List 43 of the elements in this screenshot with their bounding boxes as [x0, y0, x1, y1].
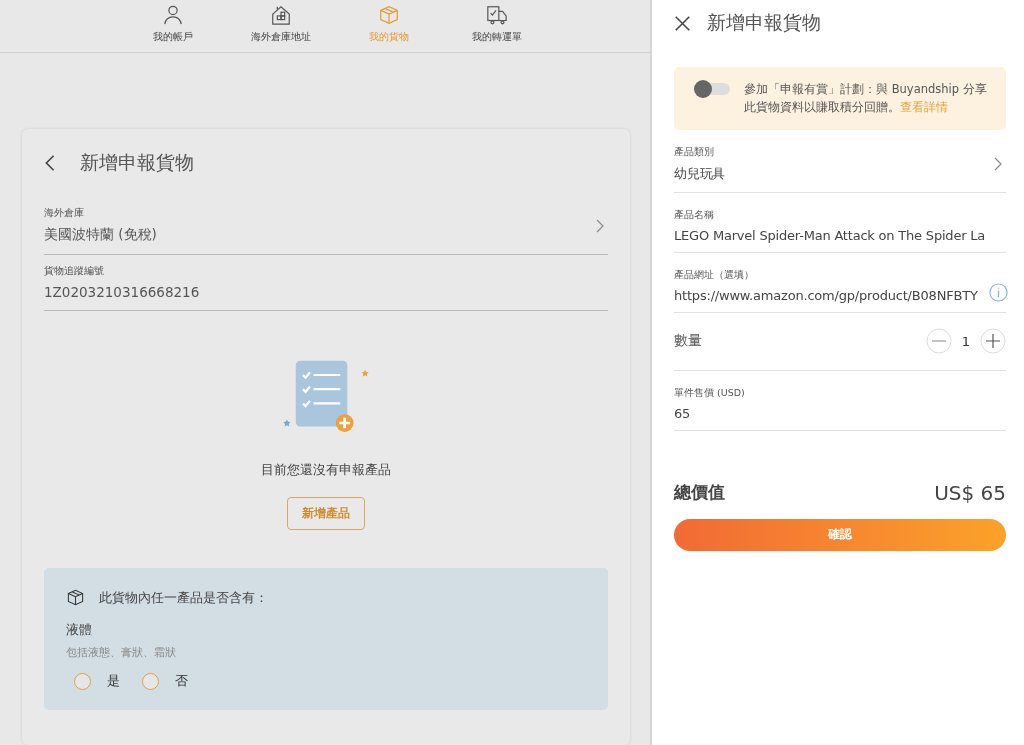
minus-icon[interactable]	[925, 328, 952, 355]
field-label: 海外倉庫	[44, 207, 85, 220]
input-field[interactable]: 1Z0203210316668216	[44, 284, 608, 300]
nav-tab[interactable]: 海外倉庫地址	[240, 0, 322, 52]
field-label: 產品類別	[674, 145, 715, 159]
item-hint: 包括液態、膏狀、霜狀	[66, 645, 177, 660]
nav-tab[interactable]: 我的轉運單	[456, 0, 538, 52]
box-icon	[378, 4, 400, 26]
empty-message: 目前您還沒有申報產品	[261, 461, 391, 479]
plus-icon[interactable]	[980, 328, 1006, 355]
back-icon[interactable]	[44, 154, 56, 172]
toggle-switch[interactable]	[696, 83, 730, 95]
close-icon[interactable]	[674, 14, 691, 32]
banner-text: 參加「申報有賞」計劃：與 Buyandship 分享此貨物資料以賺取積分回贈。查看詳情	[744, 81, 988, 117]
page-title: 新增申報貨物	[80, 150, 194, 175]
question-title: 此貨物內任一產品是否含有：	[99, 588, 268, 607]
input-field[interactable]: LEGO Marvel Spider-Man Attack on The Spider La	[674, 227, 1006, 243]
radio-button[interactable]	[142, 672, 159, 690]
field-label: 單件售價 (USD)	[674, 386, 746, 400]
input-field[interactable]: 65	[674, 405, 1006, 421]
quantity-value: 1	[961, 333, 970, 349]
house-icon	[270, 4, 292, 26]
truck-icon	[486, 4, 508, 26]
person-icon	[162, 4, 184, 26]
total-label: 總價值	[674, 481, 725, 505]
field-label: 產品名稱	[674, 208, 715, 222]
box-icon	[66, 588, 85, 607]
drawer-title: 新增申報貨物	[707, 10, 821, 35]
item-label: 液體	[66, 621, 93, 639]
info-icon[interactable]	[989, 282, 1008, 302]
radio-label: 是	[107, 672, 120, 690]
select-field[interactable]: 美國波特蘭 (免稅)	[44, 226, 596, 244]
quantity-label: 數量	[674, 332, 702, 351]
field-label: 產品網址（選填）	[674, 268, 755, 282]
chevron-icon	[994, 157, 1002, 172]
select-field[interactable]: 幼兒玩具	[674, 164, 994, 183]
radio-button[interactable]	[74, 672, 91, 690]
total-value: US$ 65	[934, 480, 1006, 505]
input-field[interactable]: https://www.amazon.com/gp/product/B08NFBTY	[674, 287, 1006, 303]
chevron-icon	[596, 218, 604, 233]
nav-tab[interactable]: 我的帳戶	[132, 0, 214, 52]
radio-label: 否	[175, 672, 188, 690]
field-label: 貨物追蹤編號	[44, 265, 105, 278]
